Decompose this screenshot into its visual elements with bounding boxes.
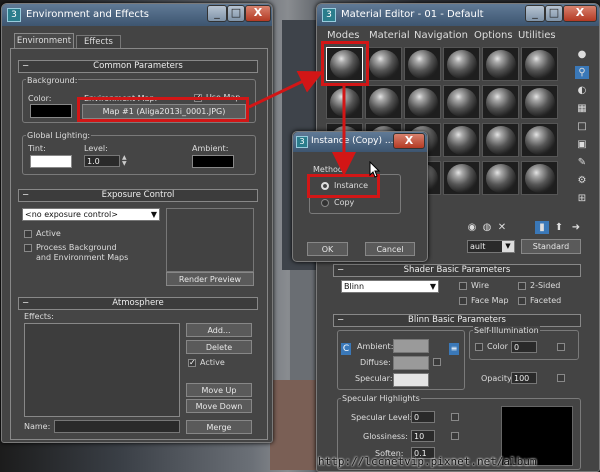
watermark-text: http://lccnetvip.pixnet.net/album: [318, 455, 537, 468]
arrow-map-to-slot: [248, 70, 324, 109]
mouse-cursor: [369, 161, 381, 178]
annotation-arrows: [248, 70, 356, 176]
